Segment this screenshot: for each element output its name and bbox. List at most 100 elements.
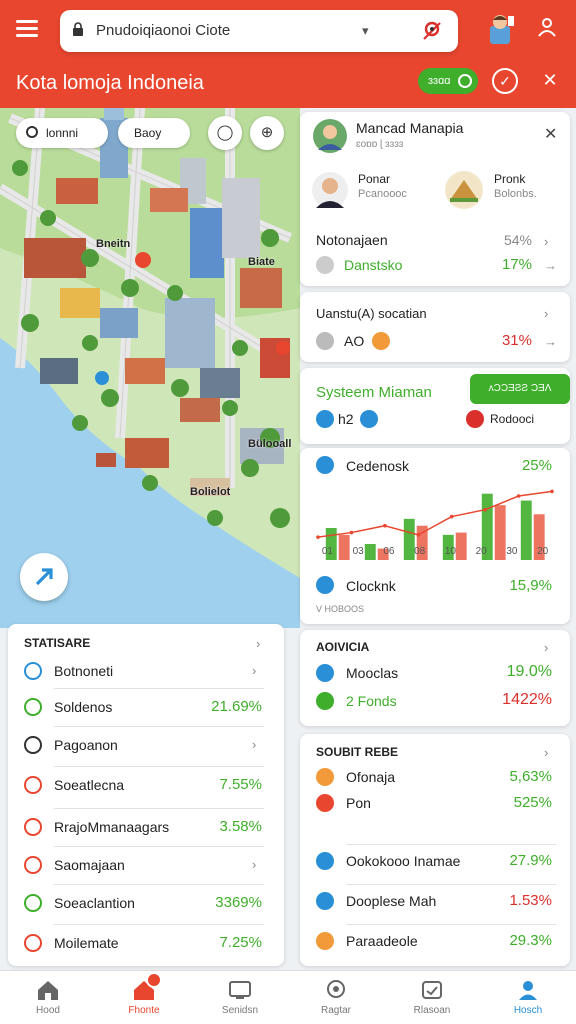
divider — [54, 808, 264, 809]
chevron-right-icon[interactable]: › — [544, 306, 548, 321]
stats-row-icon — [24, 776, 42, 794]
layers-button[interactable]: ◯ — [208, 116, 242, 150]
summary-row-label: Ofonaja — [346, 769, 396, 785]
chart-row-1-value: 25% — [521, 457, 552, 474]
chart-tick-label: 30 — [506, 546, 518, 557]
summary-row-icon — [316, 768, 334, 786]
advisor-row-2-label: 2 Fonds — [346, 693, 397, 709]
sub-header: Kota lomoja Indoneia — [0, 60, 576, 108]
navigate-button[interactable] — [20, 553, 68, 601]
chevron-right-icon[interactable]: › — [544, 234, 548, 249]
chart-line — [317, 490, 553, 538]
chart-point — [349, 530, 354, 535]
chart-icon — [316, 456, 334, 474]
summary-row-value: 1.53% — [509, 892, 552, 909]
chevron-right-icon[interactable]: › — [252, 663, 256, 678]
nav-label: Rlasoan — [413, 1005, 451, 1016]
chevron-right-icon[interactable]: › — [544, 640, 548, 655]
chart-tick-label: 01 — [321, 546, 333, 557]
menu-icon[interactable] — [16, 20, 38, 38]
city-map[interactable]: lonnni Baoy ◯ ⊕ Bneitn Biate Bülooall Bo… — [0, 108, 300, 628]
chart-footnote: V HOBOOS — [316, 604, 365, 614]
status-card[interactable]: Uanstu(A) socatian › AO 31% → — [300, 292, 570, 362]
chart-row-2-value: 15,9% — [509, 577, 552, 594]
compass-button[interactable]: ⊕ — [250, 116, 284, 150]
orange-dot-icon — [372, 332, 390, 350]
map-chip-search[interactable]: lonnni — [16, 118, 108, 148]
location-pin-icon[interactable] — [420, 19, 444, 43]
nav-item-reports[interactable]: Rlasoan — [384, 971, 480, 1024]
profile-row-1-value: 54% — [503, 232, 532, 248]
search-icon — [26, 126, 38, 138]
nav-item-favorites[interactable]: Fhonte — [96, 971, 192, 1024]
chart-row-2-label: Clocknk — [346, 578, 396, 594]
summary-row-value: 29.3% — [509, 932, 552, 949]
confirm-button[interactable]: ✓ — [492, 68, 518, 94]
status-card-title: Uanstu(A) socatian — [316, 306, 427, 321]
bottom-nav: Hood Fhonte Senidsn Ragtar Rlasoan Hosch — [0, 970, 576, 1024]
profile-subtitle: ɛoɒɒ ɭ ɜɜɜɜ — [356, 139, 404, 150]
stats-row-label: Soeaclantion — [54, 895, 135, 911]
nav-item-profile[interactable]: Hosch — [480, 971, 576, 1024]
chevron-right-icon[interactable]: › — [252, 737, 256, 752]
divider — [54, 846, 264, 847]
gear-icon — [316, 332, 334, 350]
chart-tick-label: 20 — [475, 546, 487, 557]
arrow-right-icon[interactable]: → — [544, 334, 557, 349]
stats-row-icon — [24, 934, 42, 952]
nav-label: Senidsn — [221, 1005, 259, 1016]
nav-label: Fhonte — [128, 1005, 160, 1016]
user-icon[interactable] — [536, 16, 558, 40]
summary-title: SOUBIT REBE — [316, 745, 399, 759]
navigation-arrow-icon — [35, 568, 53, 586]
system-tag-1: h2 — [338, 411, 354, 427]
profile-title: Mancad Manapia — [356, 120, 464, 136]
stats-row-label: RrajoMmanaagars — [54, 819, 170, 835]
chart-tick-label: 03 — [352, 546, 364, 557]
avatar[interactable] — [484, 12, 516, 46]
search-bar[interactable]: Pnudoiqiaonoi Ciote ▾ — [60, 10, 458, 52]
divider — [54, 924, 264, 925]
map-chip-filter[interactable]: Baoy — [118, 118, 190, 148]
system-tag-2: Rodooci — [490, 412, 535, 426]
chevron-right-icon[interactable]: › — [544, 745, 548, 760]
nav-item-register[interactable]: Ragtar — [288, 971, 384, 1024]
arrow-right-icon[interactable]: → — [544, 258, 557, 273]
status-pill[interactable]: ɜɜɑɑ — [418, 68, 478, 94]
summary-card: SOUBIT REBE › Ofonaja 5,63% Pon 525% Ook… — [300, 734, 570, 966]
person-1-name: Ponar — [358, 172, 391, 186]
system-card: Systeem Miaman ᴧƆƆƎƧƧ ϽƎɅ h2 Rodooci — [300, 368, 570, 444]
summary-row-value: 5,63% — [509, 768, 552, 785]
chevron-right-icon[interactable]: › — [256, 636, 260, 651]
stats-row-icon — [24, 856, 42, 874]
system-action-button[interactable]: ᴧƆƆƎƧƧ ϽƎɅ — [470, 374, 570, 404]
circle-icon: ◯ — [216, 124, 234, 141]
clock-icon — [316, 576, 334, 594]
advisor-card: AOIVICIA › Mooclas 19.0% 2 Fonds 1422% — [300, 630, 570, 726]
person-avatar — [312, 172, 348, 208]
map-chip-1-label: lonnni — [46, 126, 79, 140]
stats-row-label: Soeatlecna — [54, 777, 125, 793]
map-pin-icon — [327, 980, 345, 998]
status-pill-label: ɜɜɑɑ — [428, 75, 451, 87]
summary-row-icon — [316, 852, 334, 870]
map-label: Bolielot — [190, 486, 231, 498]
divider — [54, 884, 264, 885]
divider — [54, 688, 264, 689]
close-icon[interactable]: ✕ — [544, 124, 557, 144]
fund-icon — [316, 692, 334, 710]
chart-tick-label: 10 — [444, 546, 456, 557]
chevron-right-icon[interactable]: › — [252, 857, 256, 872]
nav-item-services[interactable]: Senidsn — [192, 971, 288, 1024]
summary-row-icon — [316, 932, 334, 950]
stats-row-icon — [24, 662, 42, 680]
chevron-down-icon[interactable]: ▾ — [362, 23, 369, 39]
alert-icon — [466, 410, 484, 428]
monitor-icon — [229, 981, 251, 999]
advisor-row-2-value: 1422% — [502, 691, 552, 708]
person-2-sub: Bolonbs. — [494, 188, 537, 200]
divider — [346, 844, 556, 845]
chart-point — [316, 535, 320, 539]
nav-item-home[interactable]: Hood — [0, 971, 96, 1024]
close-icon[interactable]: ✕ — [538, 68, 562, 92]
